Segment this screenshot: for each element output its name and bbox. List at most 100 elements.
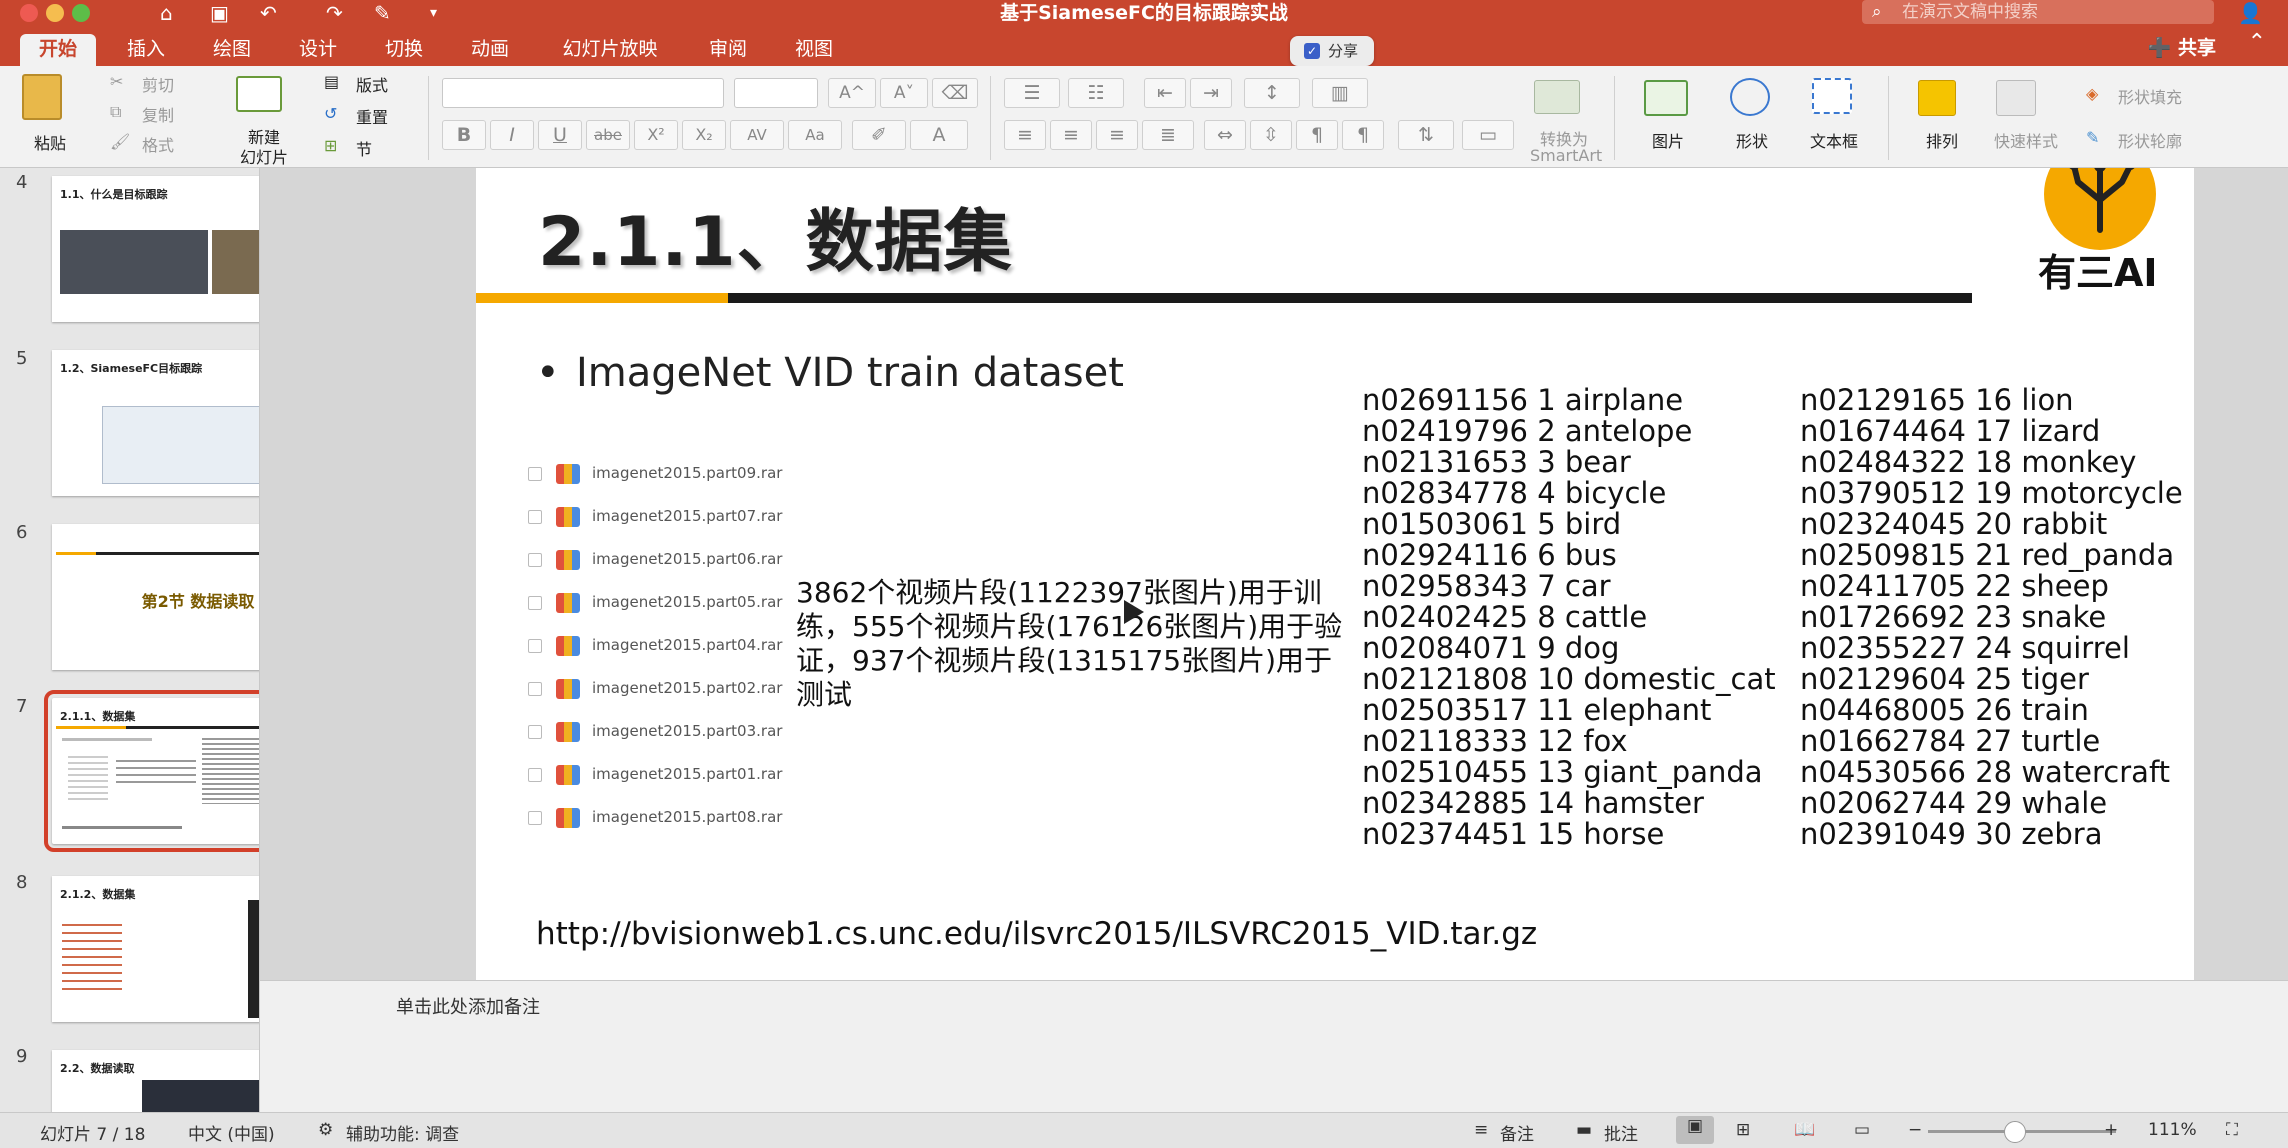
align-left-icon[interactable]: ≡ [1004, 120, 1046, 150]
checkbox[interactable] [528, 810, 542, 825]
collapse-ribbon-icon[interactable]: ⌃ [2248, 30, 2266, 55]
language-indicator[interactable]: 中文 (中国) [188, 1120, 275, 1145]
text-align-icon[interactable]: ⇅ [1398, 120, 1454, 150]
paste-button[interactable]: 粘贴 [34, 130, 66, 154]
superscript-button[interactable]: X² [634, 120, 678, 150]
clear-format-icon[interactable]: ⌫ [932, 78, 978, 108]
zoom-slider-handle[interactable] [2004, 1121, 2026, 1143]
subscript-button[interactable]: X₂ [682, 120, 726, 150]
align-right-icon[interactable]: ≡ [1096, 120, 1138, 150]
shrink-font-button[interactable]: A˅ [880, 78, 928, 108]
tab-draw[interactable]: 绘图 [194, 34, 270, 66]
align-center-icon[interactable]: ≡ [1050, 120, 1092, 150]
file-item[interactable]: imagenet2015.part04.rar [528, 634, 782, 658]
file-item[interactable]: imagenet2015.part06.rar [528, 548, 782, 572]
checkbox[interactable] [528, 767, 542, 782]
grow-font-button[interactable]: A^ [828, 78, 876, 108]
comments-toggle-button[interactable]: 批注 [1604, 1120, 1638, 1145]
slide-7[interactable]: 2.1.1、数据集 有三AI • ImageNet VID train datas… [476, 168, 2194, 980]
text-direction-icon[interactable]: ⇳ [1250, 120, 1292, 150]
slide-thumbnail-pane[interactable]: 4 1.1、什么是目标跟踪 5 1.2、SiameseFC目标跟踪 6 第2节 … [0, 168, 260, 1112]
checkbox[interactable] [528, 595, 542, 610]
slide-thumbnail-5[interactable]: 1.2、SiameseFC目标跟踪 [52, 350, 259, 496]
account-icon[interactable]: 👤 [2238, 1, 2263, 25]
share-button[interactable]: ➕ 共享 [2148, 33, 2216, 60]
slide-thumbnail-6[interactable]: 第2节 数据读取 [52, 524, 259, 670]
dataset-url[interactable]: http://bvisionweb1.cs.unc.edu/ilsvrc2015… [536, 916, 1537, 952]
checkbox[interactable] [528, 509, 542, 524]
shape-fill-button[interactable]: 形状填充 [2118, 84, 2182, 108]
notes-toggle-button[interactable]: 备注 [1500, 1120, 1534, 1145]
shape-icon[interactable] [1730, 78, 1770, 116]
underline-button[interactable]: U [538, 120, 582, 150]
smartart-icon[interactable] [1534, 80, 1580, 114]
text-box-options-icon[interactable]: ▭ [1462, 120, 1514, 150]
paste-icon[interactable] [22, 74, 62, 120]
slide-thumbnail-7[interactable]: 2.1.1、数据集 [44, 690, 259, 852]
slideshow-icon[interactable]: ▭ [1854, 1120, 1870, 1140]
zoom-level[interactable]: 111% [2148, 1120, 2197, 1140]
notes-placeholder[interactable]: 单击此处添加备注 [396, 993, 540, 1019]
picture-icon[interactable] [1644, 80, 1688, 116]
checkbox[interactable] [528, 681, 542, 696]
bullets-icon[interactable]: ☰ [1004, 78, 1060, 108]
line-spacing-icon[interactable]: ↕ [1244, 78, 1300, 108]
textbox-icon[interactable] [1812, 78, 1852, 114]
shape-button[interactable]: 形状 [1736, 128, 1768, 152]
tab-slideshow[interactable]: 幻灯片放映 [546, 34, 674, 66]
numbering-icon[interactable]: ☷ [1068, 78, 1124, 108]
strikethrough-button[interactable]: abe [586, 120, 630, 150]
file-item[interactable]: imagenet2015.part03.rar [528, 720, 782, 744]
bold-button[interactable]: B [442, 120, 486, 150]
file-item[interactable]: imagenet2015.part05.rar [528, 591, 782, 615]
search-input[interactable]: ⌕ 在演示文稿中搜索 [1862, 0, 2214, 24]
file-item[interactable]: imagenet2015.part01.rar [528, 763, 782, 787]
file-item[interactable]: imagenet2015.part07.rar [528, 505, 782, 529]
share-popup[interactable]: ✓ 分享 [1290, 36, 1374, 66]
checkbox[interactable] [528, 638, 542, 653]
reset-button[interactable]: 重置 [356, 104, 388, 128]
tab-animations[interactable]: 动画 [452, 34, 528, 66]
arrange-icon[interactable] [1918, 80, 1956, 116]
tab-design[interactable]: 设计 [280, 34, 356, 66]
checkbox[interactable] [528, 724, 542, 739]
slide-title[interactable]: 2.1.1、数据集 [538, 186, 1013, 285]
new-slide-label-2[interactable]: 幻灯片 [240, 144, 288, 168]
new-slide-icon[interactable] [236, 76, 282, 112]
ltr-icon[interactable]: ¶ [1296, 120, 1338, 150]
font-size-field[interactable] [734, 78, 818, 108]
copy-button[interactable]: 复制 [142, 102, 174, 126]
picture-button[interactable]: 图片 [1652, 128, 1684, 152]
checkbox[interactable] [528, 552, 542, 567]
tab-home[interactable]: 开始 [20, 34, 96, 66]
zoom-in-icon[interactable]: + [2104, 1120, 2118, 1140]
tab-transitions[interactable]: 切换 [366, 34, 442, 66]
italic-button[interactable]: I [490, 120, 534, 150]
layout-button[interactable]: 版式 [356, 72, 388, 96]
file-item[interactable]: imagenet2015.part09.rar [528, 462, 782, 486]
highlight-icon[interactable]: ✐ [852, 120, 906, 150]
character-spacing-icon[interactable]: AV [730, 120, 784, 150]
play-icon[interactable] [1124, 600, 1144, 624]
tab-view[interactable]: 视图 [776, 34, 852, 66]
file-item[interactable]: imagenet2015.part02.rar [528, 677, 782, 701]
slide-sorter-icon[interactable]: ⊞ [1736, 1120, 1750, 1140]
fit-to-window-icon[interactable]: ⛶ [2226, 1120, 2238, 1140]
class-list-column-1[interactable]: n02691156 1 airplane n02419796 2 antelop… [1362, 385, 1776, 850]
tab-review[interactable]: 审阅 [690, 34, 766, 66]
convert-smartart-label-2[interactable]: SmartArt [1530, 146, 1602, 165]
slide-thumbnail-8[interactable]: 2.1.2、数据集 [52, 876, 259, 1022]
distribute-icon[interactable]: ⇔ [1204, 120, 1246, 150]
bullet-item[interactable]: • ImageNet VID train dataset [536, 350, 1124, 396]
justify-icon[interactable]: ≣ [1142, 120, 1194, 150]
quick-style-icon[interactable] [1996, 80, 2036, 116]
font-color-icon[interactable]: A [910, 120, 968, 150]
shape-outline-button[interactable]: 形状轮廓 [2118, 128, 2182, 152]
format-painter-button[interactable]: 格式 [142, 132, 174, 156]
dataset-description[interactable]: 3862个视频片段(1122397张图片)用于训练，555个视频片段(17612… [796, 576, 1356, 712]
reading-view-icon[interactable]: 📖 [1794, 1120, 1815, 1140]
decrease-indent-icon[interactable]: ⇤ [1144, 78, 1186, 108]
normal-view-icon[interactable]: ▣ [1676, 1116, 1714, 1144]
slide-thumbnail-9[interactable]: 2.2、数据读取 [52, 1050, 259, 1112]
cut-button[interactable]: 剪切 [142, 72, 174, 96]
